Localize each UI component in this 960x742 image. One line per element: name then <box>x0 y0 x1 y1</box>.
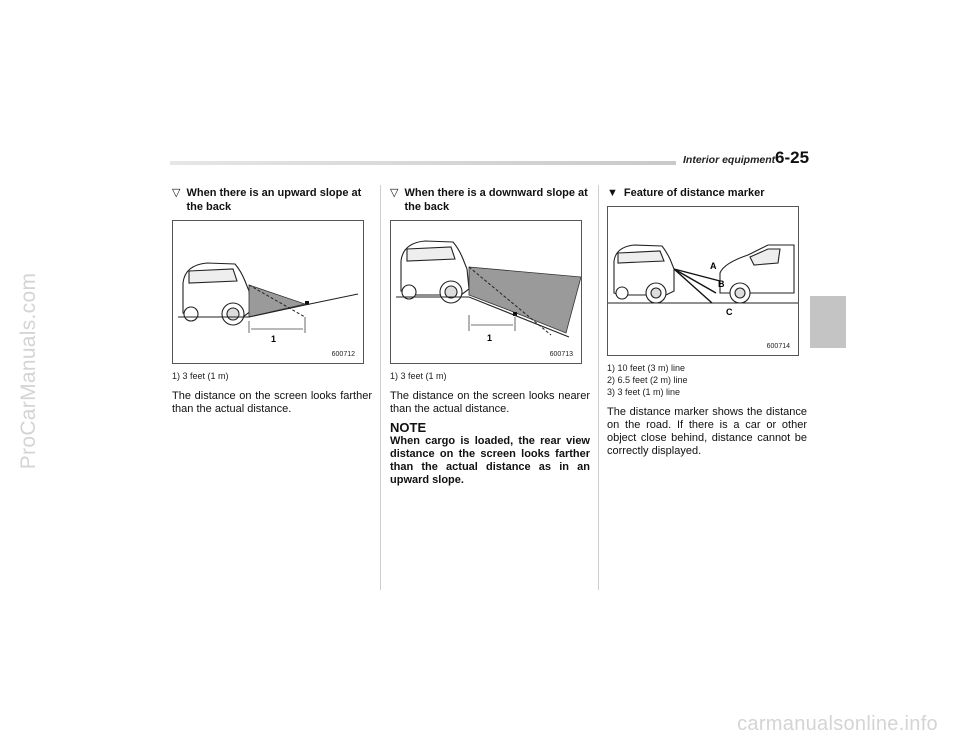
heading-text: When there is an upward slope at the bac… <box>186 187 362 213</box>
column-downward-slope: ▽ When there is a downward slope at the … <box>390 186 590 487</box>
watermark-text: ProCarManuals.com <box>17 272 40 470</box>
note-text: When cargo is loaded, the rear view dist… <box>390 435 590 486</box>
note-title: NOTE <box>390 420 427 435</box>
figure-caption-list: 1) 10 feet (3 m) line 2) 6.5 feet (2 m) … <box>607 362 807 398</box>
figure-label-c: C <box>726 307 733 317</box>
page-number: 6-25 <box>775 148 810 167</box>
column-upward-slope: ▽ When there is an upward slope at the b… <box>172 186 372 416</box>
heading-marker-icon: ▽ <box>390 187 399 199</box>
figure-code: 600712 <box>331 351 355 358</box>
body-paragraph: The distance on the screen looks farther… <box>172 390 372 415</box>
distance-marker-illustration: A B C <box>608 244 798 317</box>
following-car-icon <box>719 244 795 304</box>
heading-marker-icon: ▼ <box>607 187 618 199</box>
body-paragraph: The distance on the screen looks nearer … <box>390 390 590 415</box>
figure-label-b: B <box>718 279 725 289</box>
upward-slope-illustration: 1 <box>178 262 359 344</box>
figure-upward-slope: 1 600712 <box>172 220 364 364</box>
car-rear-icon <box>182 262 252 326</box>
figure-label: 1 <box>487 333 492 343</box>
caption-item: 1) 10 feet (3 m) line <box>607 363 686 373</box>
figure-distance-marker: A B C 600714 <box>607 206 799 356</box>
figure-label-a: A <box>710 261 717 271</box>
chapter-tab <box>810 296 846 348</box>
header-section-title: Interior equipment <box>683 154 776 166</box>
bottom-watermark: carmanualsonline.info <box>737 713 938 735</box>
figure-code: 600713 <box>549 351 573 358</box>
column-divider <box>380 185 381 590</box>
caption-item: 3) 3 feet (1 m) line <box>607 387 681 397</box>
figure-label: 1 <box>271 334 276 344</box>
figure-caption: 1) 3 feet (1 m) <box>390 371 447 381</box>
section-heading: ▽ When there is an upward slope at the b… <box>172 186 372 214</box>
column-distance-marker: ▼ Feature of distance marker A B C 60071… <box>607 186 807 458</box>
car-rear-icon <box>400 240 470 304</box>
figure-code: 600714 <box>766 343 790 350</box>
section-heading: ▽ When there is a downward slope at the … <box>390 186 590 214</box>
car-rear-icon <box>613 244 675 304</box>
figure-downward-slope: 1 600713 <box>390 220 582 364</box>
section-heading: ▼ Feature of distance marker <box>607 186 807 200</box>
heading-text: When there is a downward slope at the ba… <box>404 187 588 213</box>
caption-item: 2) 6.5 feet (2 m) line <box>607 375 688 385</box>
downward-slope-illustration: 1 <box>396 240 581 343</box>
header-rule <box>170 161 676 165</box>
heading-text: Feature of distance marker <box>623 187 765 199</box>
side-watermark: ProCarManuals.com <box>14 0 44 742</box>
column-divider <box>598 185 599 590</box>
figure-caption: 1) 3 feet (1 m) <box>172 371 229 381</box>
heading-marker-icon: ▽ <box>172 187 181 199</box>
body-paragraph: The distance marker shows the distance o… <box>607 406 807 457</box>
